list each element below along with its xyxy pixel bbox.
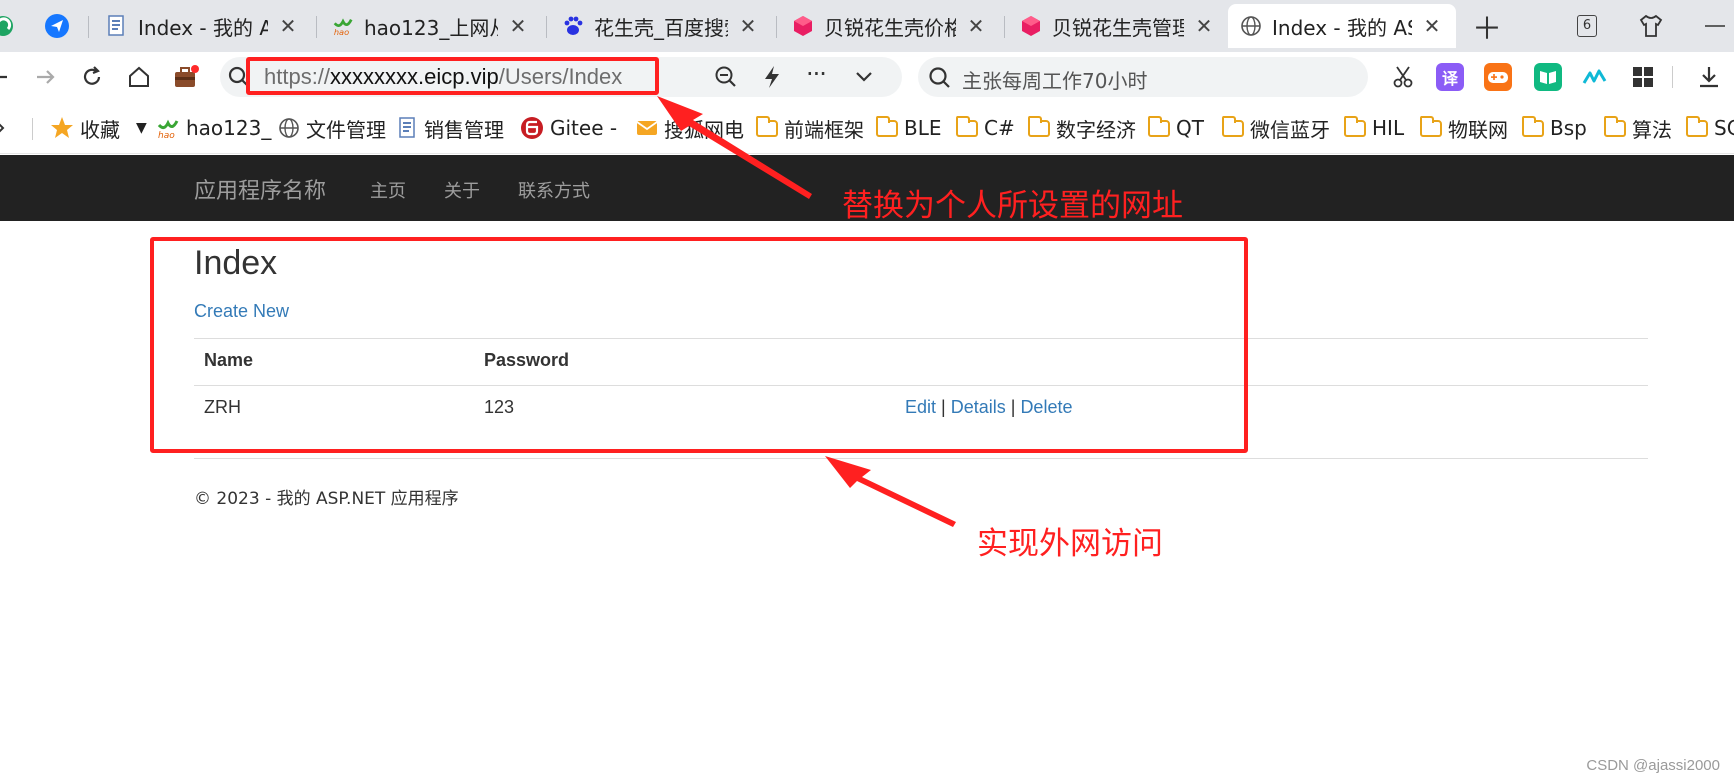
content-annotation-arrow	[825, 456, 956, 527]
watermark: CSDN @ajassi2000	[1586, 757, 1720, 774]
url-annotation-text: 替换为个人所设置的网址	[842, 188, 1183, 224]
annotation-arrows	[657, 96, 956, 527]
url-annotation-arrow	[657, 96, 812, 199]
content-annotation-text: 实现外网访问	[977, 526, 1163, 562]
